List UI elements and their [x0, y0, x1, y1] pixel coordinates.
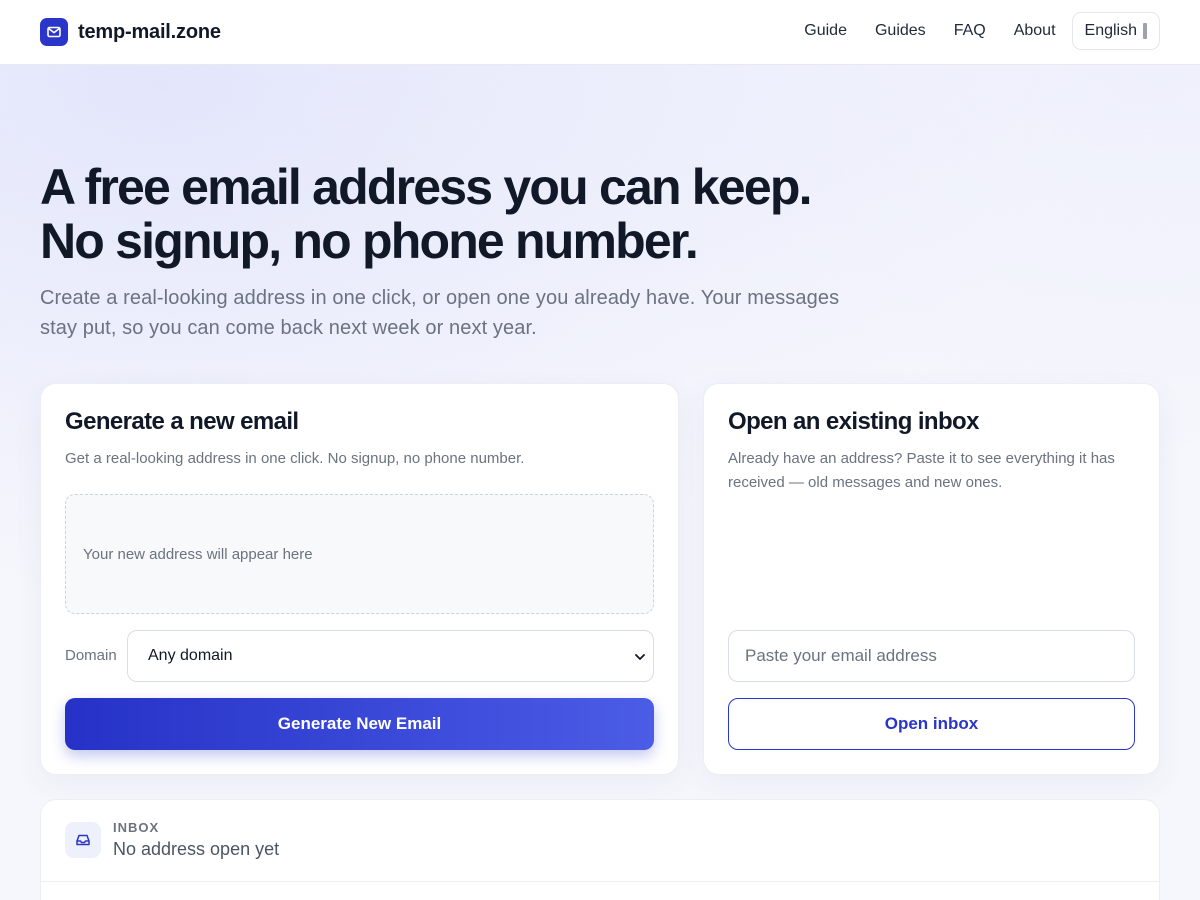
inbox-panel: INBOX No address open yet — [40, 799, 1160, 900]
domain-select-value: Any domain — [148, 647, 233, 664]
brand-name: temp-mail.zone — [78, 20, 221, 43]
inbox-icon — [65, 822, 101, 858]
generate-card-title: Generate a new email — [65, 408, 299, 435]
open-inbox-card: Open an existing inbox Already have an a… — [703, 383, 1160, 775]
hero-subtitle: Create a real-looking address in one cli… — [40, 287, 840, 339]
nav-link-guides[interactable]: Guides — [875, 22, 926, 40]
nav-link-guide[interactable]: Guide — [804, 22, 847, 40]
generated-address-placeholder: Your new address will appear here — [83, 545, 313, 563]
inbox-status: No address open yet — [113, 839, 280, 859]
hero-title: A free email address you can keep. No si… — [40, 160, 940, 268]
chevron-down-icon — [635, 654, 645, 660]
generate-email-card: Generate a new email Get a real-looking … — [40, 383, 679, 775]
generated-address-display: Your new address will appear here — [65, 494, 654, 614]
generate-card-description: Get a real-looking address in one click.… — [65, 450, 525, 467]
hero-title-line-1: A free email address you can keep. — [40, 159, 812, 215]
domain-label: Domain — [65, 647, 117, 664]
site-header: temp-mail.zone Guide Guides FAQ About En… — [0, 0, 1200, 65]
inbox-divider — [41, 881, 1159, 882]
main-nav: Guide Guides FAQ About English — [804, 12, 1160, 50]
open-card-description: Already have an address? Paste it to see… — [728, 450, 1115, 491]
language-selector[interactable]: English — [1071, 12, 1160, 50]
brand-logo-link[interactable]: temp-mail.zone — [40, 18, 221, 46]
open-card-title: Open an existing inbox — [728, 408, 979, 435]
nav-link-about[interactable]: About — [1014, 22, 1056, 40]
email-address-input[interactable] — [728, 630, 1135, 682]
generate-email-button[interactable]: Generate New Email — [65, 698, 654, 750]
inbox-eyebrow: INBOX — [113, 820, 160, 835]
open-inbox-button[interactable]: Open inbox — [728, 698, 1135, 750]
language-label: English — [1084, 22, 1137, 39]
domain-select[interactable]: Any domain — [127, 630, 654, 682]
hero-title-line-2: No signup, no phone number. — [40, 213, 699, 269]
nav-link-faq[interactable]: FAQ — [954, 22, 986, 40]
mail-icon — [40, 18, 68, 46]
language-caret-icon — [1143, 23, 1147, 39]
